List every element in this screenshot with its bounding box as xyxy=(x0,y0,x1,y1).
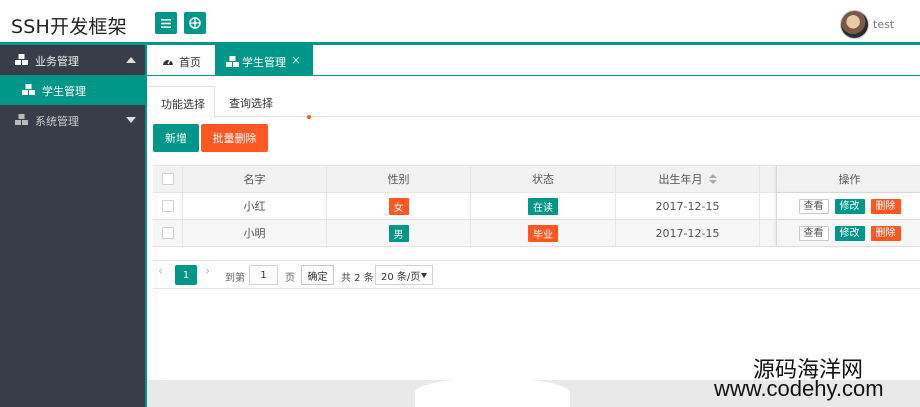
select-all-cell xyxy=(153,166,183,192)
row-checkbox[interactable] xyxy=(161,227,174,239)
cell-actions: 查看 修改 删除 xyxy=(777,220,920,246)
app-logo: SSH开发框架 xyxy=(11,16,127,38)
total-count: 共 2 条 xyxy=(341,273,374,284)
gender-badge: 男 xyxy=(388,224,409,242)
sidebar-item-student-management[interactable]: 学生管理 xyxy=(0,75,145,105)
tab-label: 学生管理 xyxy=(242,56,286,69)
row-checkbox[interactable] xyxy=(161,200,174,212)
table-row: 小红 女 在读 2017-12-15 查看 修改 删除 xyxy=(153,193,920,220)
subtab-label: 查询选择 xyxy=(229,97,273,110)
tab-bar: 首页 学生管理 × xyxy=(147,45,920,76)
cell-birth: 2017-12-15 xyxy=(616,193,760,219)
subtab-label: 功能选择 xyxy=(161,98,205,111)
page-size-select[interactable]: 20 条/页 xyxy=(375,265,433,285)
edit-button[interactable]: 修改 xyxy=(834,198,865,214)
select-all-checkbox[interactable] xyxy=(161,173,174,185)
indicator-dot xyxy=(307,115,311,119)
row-select-cell xyxy=(153,220,183,246)
username[interactable]: test xyxy=(873,18,894,31)
table-row: 小明 男 毕业 2017-12-15 查看 修改 删除 xyxy=(153,220,920,247)
chevron-down-icon xyxy=(126,117,136,123)
menu-icon xyxy=(161,18,171,28)
confirm-button[interactable]: 确定 xyxy=(301,265,334,285)
cell-status: 毕业 xyxy=(471,220,616,246)
sort-icon[interactable] xyxy=(708,174,717,184)
column-header-name: 名字 xyxy=(183,166,327,192)
cell-spacer xyxy=(760,193,777,219)
cell-status: 在读 xyxy=(471,193,616,219)
goto-page-input[interactable]: 1 xyxy=(249,265,278,285)
table-header: 名字 性别 状态 出生年月 操作 xyxy=(153,165,920,193)
column-header-birth[interactable]: 出生年月 xyxy=(616,166,760,192)
view-button[interactable]: 查看 xyxy=(798,225,829,241)
sidebar-group-system[interactable]: 系统管理 xyxy=(0,105,145,135)
column-header-gender: 性别 xyxy=(327,166,471,192)
edit-button[interactable]: 修改 xyxy=(834,225,865,241)
next-page-icon[interactable]: › xyxy=(205,264,210,279)
status-badge: 毕业 xyxy=(528,224,558,242)
delete-button[interactable]: 删除 xyxy=(870,198,901,214)
cell-actions: 查看 修改 删除 xyxy=(777,193,920,219)
gender-badge: 女 xyxy=(388,197,409,215)
cell-name: 小红 xyxy=(183,193,327,219)
cubes-icon xyxy=(226,56,239,67)
cell-gender: 男 xyxy=(327,220,471,246)
cubes-icon xyxy=(15,54,28,65)
tab-student-management[interactable]: 学生管理 × xyxy=(215,45,313,76)
column-header-label: 出生年月 xyxy=(658,173,703,186)
tab-home[interactable]: 首页 xyxy=(147,45,215,76)
top-header: SSH开发框架 test xyxy=(0,0,920,45)
cell-birth: 2017-12-15 xyxy=(616,220,760,246)
sidebar-group-label: 系统管理 xyxy=(35,115,79,128)
subtab-function-select[interactable]: 功能选择 xyxy=(147,86,215,118)
column-header-status: 状态 xyxy=(471,166,616,192)
delete-button[interactable]: 删除 xyxy=(870,225,901,241)
column-header-actions: 操作 xyxy=(777,166,920,192)
column-spacer xyxy=(760,166,777,192)
status-badge: 在读 xyxy=(528,197,558,215)
watermark-url: www.codehy.com xyxy=(714,376,884,401)
subtab-query-select[interactable]: 查询选择 xyxy=(229,86,289,118)
add-button[interactable]: 新增 xyxy=(153,124,199,152)
pagination: ‹ 1 › 到第 1 页 确定 共 2 条 20 条/页 xyxy=(153,260,920,289)
cubes-icon xyxy=(15,114,28,125)
sidebar: 业务管理 学生管理 系统管理 xyxy=(0,45,145,407)
user-avatar[interactable] xyxy=(840,10,869,39)
cubes-icon xyxy=(22,84,35,95)
dashboard-icon xyxy=(163,59,173,65)
refresh-button[interactable] xyxy=(184,12,206,34)
function-tabs: 功能选择 查询选择 xyxy=(147,86,920,118)
menu-toggle-button[interactable] xyxy=(155,12,177,34)
view-button[interactable]: 查看 xyxy=(798,198,829,214)
prev-page-icon[interactable]: ‹ xyxy=(158,264,163,279)
sidebar-group-business[interactable]: 业务管理 xyxy=(0,45,145,75)
cell-name: 小明 xyxy=(183,220,327,246)
footer-highlight xyxy=(415,378,570,407)
close-icon[interactable]: × xyxy=(291,53,301,67)
sidebar-group-label: 业务管理 xyxy=(35,55,79,68)
goto-label: 到第 xyxy=(225,273,245,284)
batch-delete-button[interactable]: 批量删除 xyxy=(201,124,268,152)
caret-down-icon xyxy=(421,273,427,278)
cell-spacer xyxy=(760,220,777,246)
student-table: 名字 性别 状态 出生年月 操作 小红 女 在读 2017-12-15 查看 修… xyxy=(153,165,920,248)
page-label: 页 xyxy=(285,273,295,284)
chevron-up-icon xyxy=(126,57,136,63)
cell-gender: 女 xyxy=(327,193,471,219)
globe-icon xyxy=(189,17,201,29)
sidebar-item-label: 学生管理 xyxy=(42,85,86,98)
current-page-button[interactable]: 1 xyxy=(175,265,197,285)
row-select-cell xyxy=(153,193,183,219)
page-size-value: 20 条/页 xyxy=(381,271,421,283)
tab-label: 首页 xyxy=(179,56,201,69)
